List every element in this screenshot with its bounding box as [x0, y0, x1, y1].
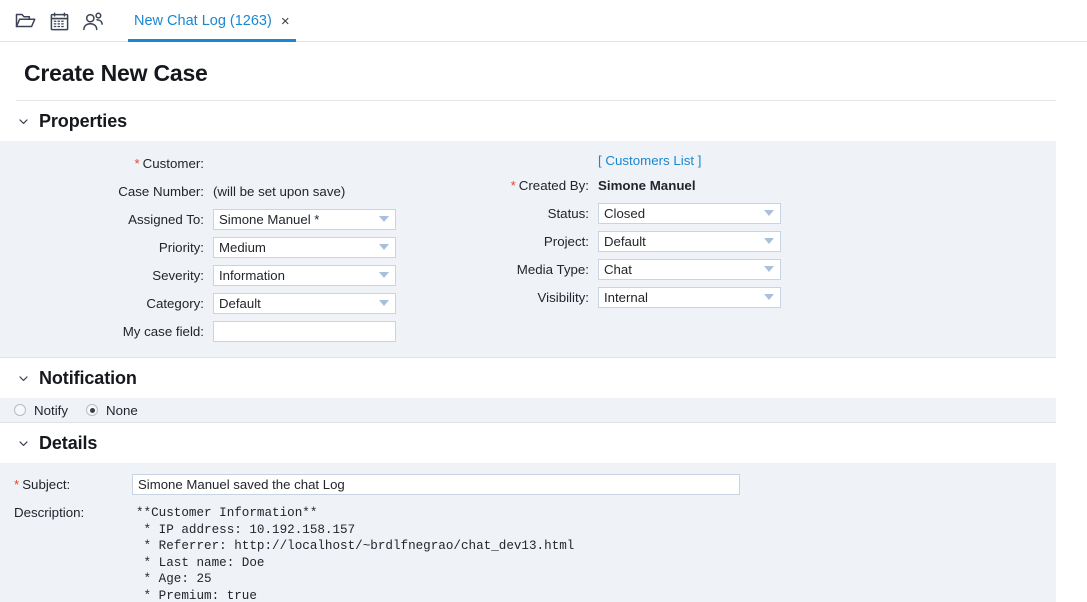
select-media-type[interactable]: Chat [598, 258, 781, 280]
label-customer: * Customer: [134, 155, 204, 171]
field-row-media-type: Media Type: Chat [500, 255, 980, 283]
label-my-case-field: My case field: [122, 323, 204, 339]
select-visibility-value: Internal [604, 289, 648, 305]
field-row-severity: Severity: Information [0, 261, 500, 289]
label-visibility: Visibility: [537, 289, 589, 305]
select-media-type-value: Chat [604, 261, 632, 277]
chevron-down-icon [379, 272, 389, 278]
chevron-down-icon [379, 300, 389, 306]
chevron-down-icon [379, 216, 389, 222]
label-project: Project: [543, 233, 589, 249]
customers-list-row: [ Customers List ] [500, 149, 980, 171]
page-header: Create New Case [0, 42, 1087, 101]
description-text: **Customer Information** * IP address: 1… [136, 506, 575, 602]
select-visibility[interactable]: Internal [598, 286, 781, 308]
tab-close-icon[interactable]: × [281, 14, 290, 29]
select-status-value: Closed [604, 205, 646, 221]
chevron-down-icon [19, 119, 28, 125]
select-severity-value: Information [219, 267, 285, 283]
tab-label: New Chat Log (1263) [134, 13, 272, 29]
label-description: Description: [14, 505, 85, 520]
tab-bar: New Chat Log (1263) × [0, 0, 1087, 42]
field-row-project: Project: Default [500, 227, 980, 255]
select-assigned-to-value: Simone Manuel * [219, 211, 320, 227]
radio-label-notify[interactable]: Notify [34, 403, 68, 418]
select-project-value: Default [604, 233, 646, 249]
open-folder-icon[interactable] [8, 6, 42, 36]
select-project[interactable]: Default [598, 230, 781, 252]
input-subject-value: Simone Manuel saved the chat Log [138, 476, 345, 492]
chevron-down-icon [379, 244, 389, 250]
calendar-icon[interactable] [42, 6, 76, 36]
section-title-details: Details [39, 433, 98, 453]
label-case-number: Case Number: [118, 183, 204, 199]
contacts-icon[interactable] [76, 6, 110, 36]
details-panel: * Subject: Simone Manuel saved the chat L… [0, 463, 1056, 602]
label-category: Category: [146, 295, 204, 311]
chevron-down-icon [764, 266, 774, 272]
chevron-down-icon [764, 210, 774, 216]
chevron-down-icon [764, 294, 774, 300]
section-title-properties: Properties [39, 111, 128, 131]
required-asterisk: * [14, 476, 20, 492]
label-priority: Priority: [158, 239, 204, 255]
required-asterisk: * [134, 155, 140, 171]
input-my-case-field[interactable] [213, 320, 396, 342]
chevron-down-icon [19, 441, 28, 447]
field-row-my-case-field: My case field: [0, 317, 500, 345]
notification-panel: Notify None [0, 398, 1056, 423]
field-row-status: Status: Closed [500, 199, 980, 227]
radio-notify[interactable] [14, 404, 26, 416]
select-severity[interactable]: Information [213, 264, 396, 286]
required-asterisk: * [510, 177, 516, 193]
field-row-priority: Priority: Medium [0, 233, 500, 261]
properties-panel: * Customer: Case Number: (will be set upo… [0, 141, 1056, 358]
field-row-visibility: Visibility: Internal [500, 283, 980, 311]
section-header-notification[interactable]: Notification [0, 358, 1087, 398]
label-severity: Severity: [152, 267, 204, 283]
input-subject[interactable]: Simone Manuel saved the chat Log [132, 473, 740, 495]
tab-new-chat-log[interactable]: New Chat Log (1263) × [128, 0, 296, 42]
section-header-details[interactable]: Details [0, 423, 1087, 463]
select-status[interactable]: Closed [598, 202, 781, 224]
field-row-case-number: Case Number: (will be set upon save) [0, 177, 500, 205]
field-row-created-by: * Created By: Simone Manuel [500, 171, 980, 199]
properties-left-column: * Customer: Case Number: (will be set upo… [0, 149, 500, 345]
value-case-number: (will be set upon save) [213, 183, 346, 199]
page-title: Create New Case [24, 60, 208, 86]
label-status: Status: [547, 205, 589, 221]
chevron-down-icon [19, 376, 28, 382]
select-assigned-to[interactable]: Simone Manuel * [213, 208, 396, 230]
label-subject: * Subject: [14, 476, 71, 492]
label-created-by: * Created By: [510, 177, 589, 193]
properties-right-column: [ Customers List ] * Created By: Simone M… [500, 149, 980, 345]
label-media-type: Media Type: [516, 261, 589, 277]
field-row-customer: * Customer: [0, 149, 500, 177]
field-row-category: Category: Default [0, 289, 500, 317]
field-row-subject: * Subject: Simone Manuel saved the chat L… [0, 471, 1056, 497]
select-priority[interactable]: Medium [213, 236, 396, 258]
select-category[interactable]: Default [213, 292, 396, 314]
value-created-by: Simone Manuel [598, 177, 696, 193]
field-row-description: Description: **Customer Information** * … [0, 497, 1056, 602]
section-title-notification: Notification [39, 368, 137, 388]
select-priority-value: Medium [219, 239, 266, 255]
radio-none[interactable] [86, 404, 98, 416]
label-assigned-to: Assigned To: [128, 211, 204, 227]
section-header-properties[interactable]: Properties [0, 101, 1087, 141]
customers-list-link[interactable]: [ Customers List ] [598, 153, 701, 168]
select-category-value: Default [219, 295, 261, 311]
title-divider [16, 100, 1056, 101]
radio-label-none[interactable]: None [106, 403, 138, 418]
chevron-down-icon [764, 238, 774, 244]
field-row-assigned-to: Assigned To: Simone Manuel * [0, 205, 500, 233]
